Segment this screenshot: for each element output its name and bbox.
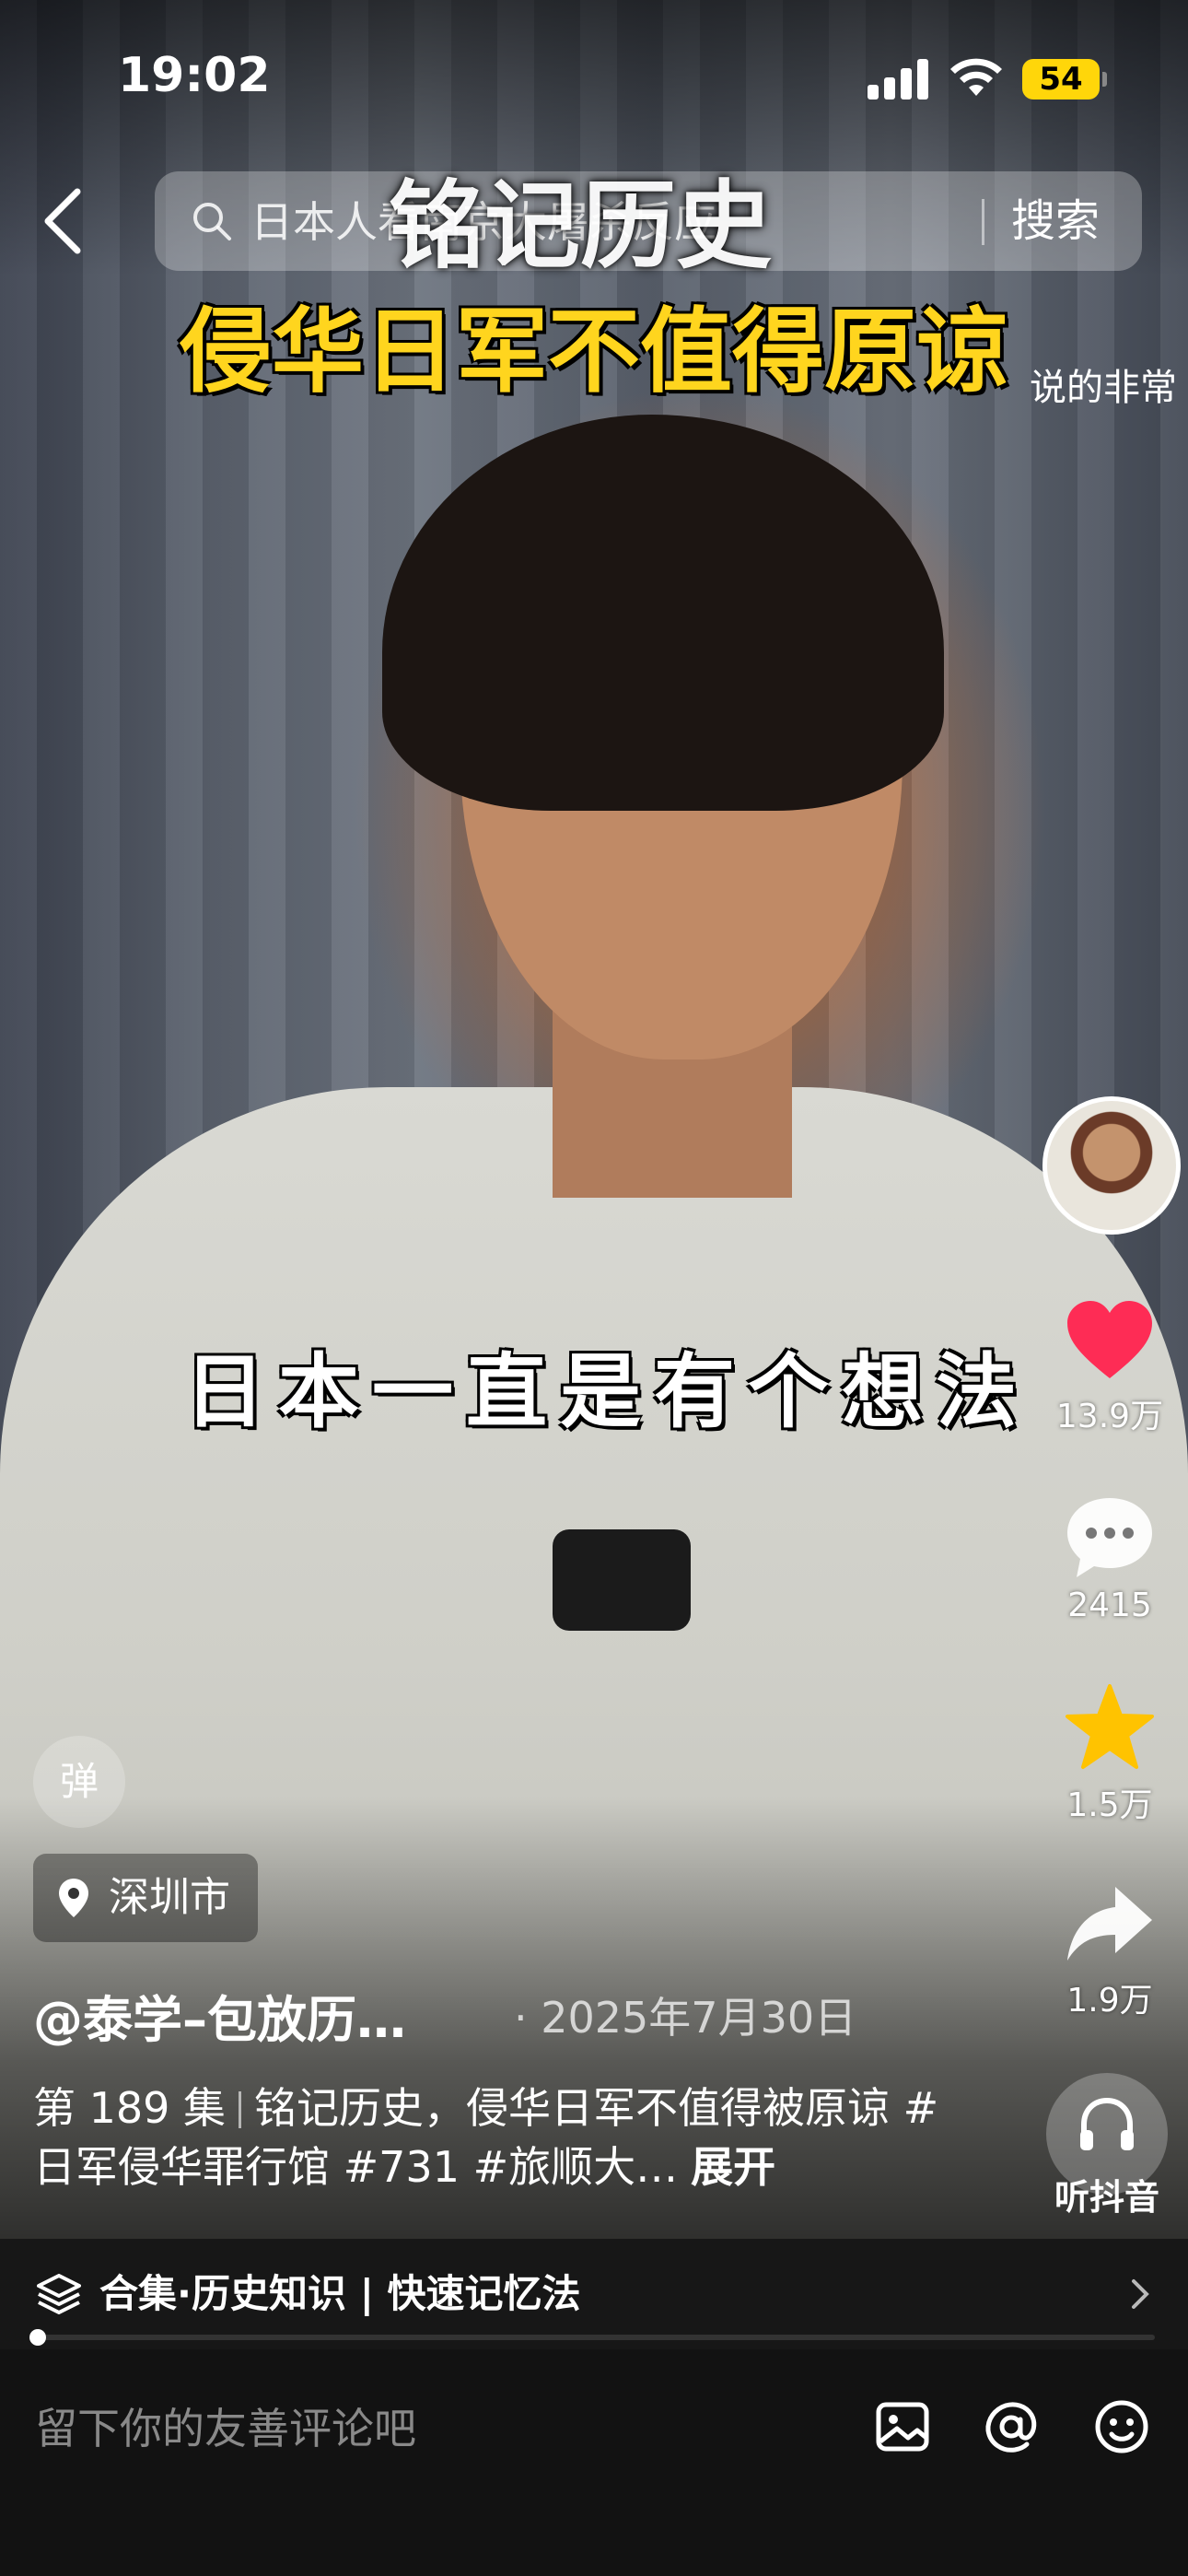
star-icon [1066, 1684, 1154, 1769]
favorite-count: 1.5万 [1066, 1786, 1153, 1824]
headphones-icon [1080, 2097, 1134, 2150]
share-button[interactable]: 1.9万 [1050, 1883, 1170, 2021]
collection-bar[interactable]: 合集·历史知识 | 快速记忆法 [0, 2239, 1188, 2349]
episode-number: 第 189 集 [33, 2083, 227, 2133]
video-title-main: 侵华日军不值得原谅 [180, 298, 1008, 405]
battery-indicator: 54 [1022, 59, 1107, 100]
comment-input[interactable] [33, 2386, 829, 2471]
video-subtitle: 日本一直是有个想法 [184, 1343, 1031, 1439]
share-arrow-icon [1067, 1887, 1152, 1961]
search-button[interactable]: 搜索 [1011, 171, 1100, 271]
share-count: 1.9万 [1066, 1982, 1153, 2020]
comment-button[interactable]: 2415 [1050, 1494, 1170, 1624]
danmu-comment: 说的非常 [1030, 367, 1177, 409]
layers-icon [37, 2274, 81, 2314]
status-time: 19:02 [118, 48, 271, 103]
comment-count: 2415 [1067, 1587, 1152, 1624]
wifi-icon [950, 58, 1002, 96]
listen-circle [1046, 2073, 1168, 2195]
video-title-top: 铭记历史 [388, 170, 772, 282]
favorite-button[interactable]: 1.5万 [1050, 1682, 1170, 1826]
lapel-microphone [553, 1529, 691, 1631]
search-divider [982, 199, 984, 245]
location-pin-icon [59, 1879, 88, 1917]
image-picker-icon[interactable] [873, 2397, 932, 2456]
chevron-right-icon [1132, 2279, 1149, 2309]
location-label: 深圳市 [109, 1874, 230, 1921]
back-arrow-icon[interactable] [37, 184, 88, 258]
collection-label: 合集·历史知识 | 快速记忆法 [99, 2271, 581, 2316]
danmaku-toggle-button[interactable]: 弹 [33, 1736, 125, 1828]
comment-bubble-icon [1067, 1498, 1152, 1577]
like-button[interactable]: 13.9万 [1050, 1299, 1170, 1437]
listen-douyin-button[interactable]: 听抖音 [1042, 2073, 1171, 2219]
author-avatar[interactable] [1042, 1096, 1181, 1235]
publish-date: · 2025年7月30日 [514, 1993, 857, 2043]
comment-bar [0, 2349, 1188, 2576]
emoji-icon[interactable] [1092, 2397, 1151, 2456]
search-icon [193, 203, 231, 240]
mention-at-icon[interactable] [982, 2397, 1041, 2456]
cellular-signal-icon [868, 57, 928, 100]
location-tag[interactable]: 深圳市 [33, 1854, 258, 1942]
expand-button[interactable]: 展开 [691, 2142, 775, 2192]
like-count: 13.9万 [1055, 1398, 1164, 1435]
description-divider [239, 2091, 242, 2128]
status-bar: 19:02 54 [0, 0, 1188, 157]
video-description[interactable]: 第 189 集铭记历史，侵华日军不值得被原谅 #日军侵华罪行馆 #731 #旅顺… [33, 2078, 973, 2196]
author-name[interactable]: @泰学–包放历… [33, 1979, 406, 2052]
heart-icon [1067, 1301, 1152, 1378]
progress-handle[interactable] [29, 2329, 46, 2346]
video-progress-bar[interactable] [29, 2329, 1155, 2346]
